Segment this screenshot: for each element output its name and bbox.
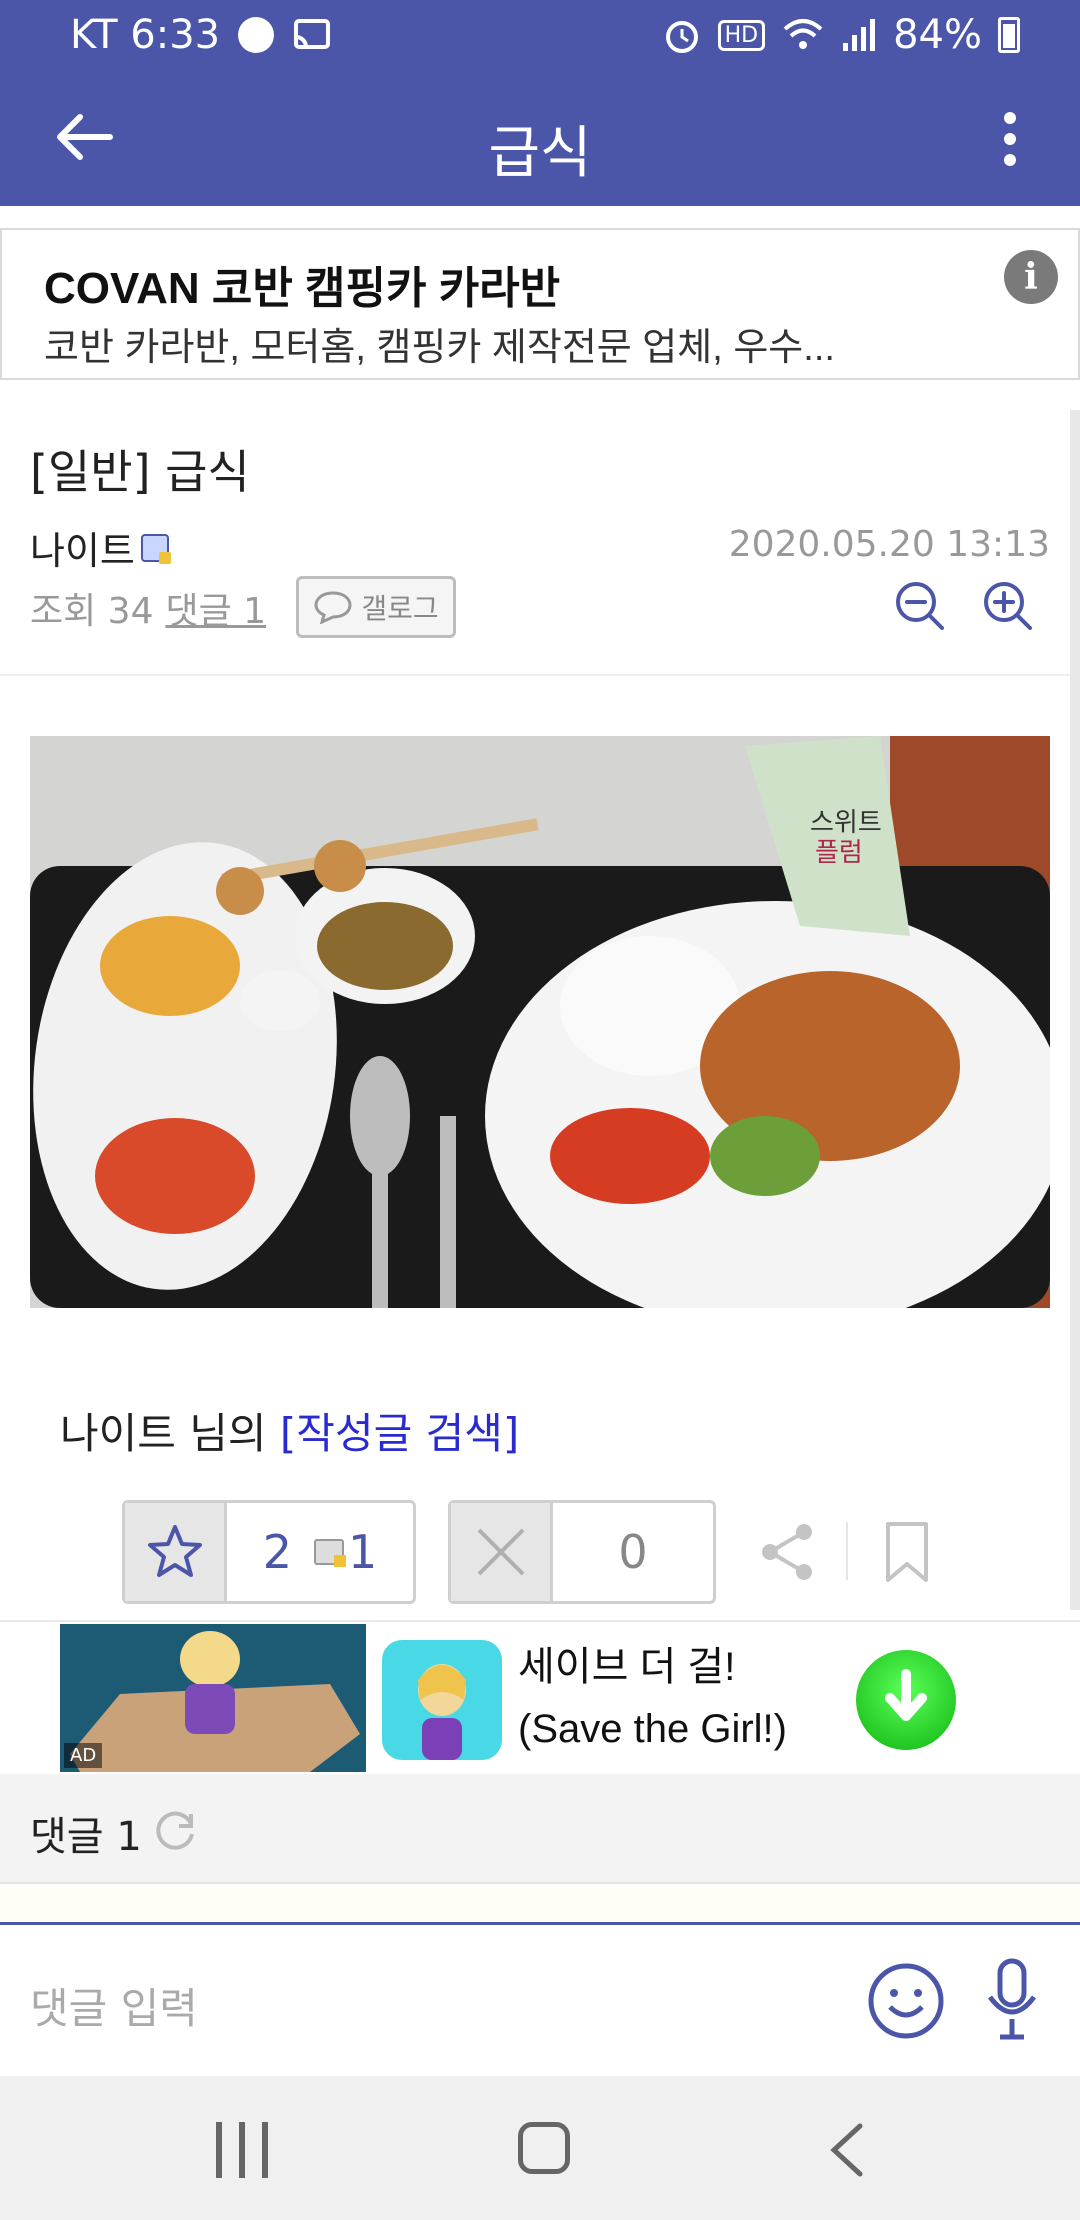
refresh-icon[interactable]: [150, 1804, 200, 1854]
carrier-time: KT 6:33: [70, 12, 221, 58]
not-recommend-count: 0: [618, 1525, 648, 1579]
recommend-counts: 2 1: [227, 1503, 413, 1601]
mic-icon[interactable]: [986, 1957, 1038, 2043]
chat-bubble-icon: [314, 591, 352, 624]
download-button[interactable]: [856, 1650, 956, 1750]
more-vert-icon[interactable]: [980, 104, 1040, 174]
zoom-out-icon[interactable]: [892, 578, 948, 634]
zoom-in-icon[interactable]: [980, 578, 1036, 634]
hd-badge: HD: [717, 19, 766, 51]
author-name[interactable]: 나이트: [30, 520, 135, 575]
scrollbar[interactable]: [1070, 410, 1080, 1610]
divider: [0, 674, 1080, 676]
messenger-icon: [238, 17, 275, 53]
svg-text:플럼: 플럼: [815, 838, 863, 868]
comments-count-label: 댓글 1: [30, 1814, 142, 1860]
fixed-recommend: 1: [314, 1525, 377, 1579]
not-recommend-button[interactable]: 0: [448, 1500, 716, 1604]
home-button[interactable]: [518, 2122, 570, 2174]
emoji-icon[interactable]: [866, 1961, 946, 2041]
alarm-icon: [665, 21, 698, 53]
gallog-button[interactable]: 갤로그: [296, 576, 456, 638]
view-count: 조회 34: [30, 591, 154, 632]
info-icon[interactable]: i: [1004, 250, 1058, 304]
recommend-icon-box: [125, 1503, 227, 1601]
recommend-count: 2: [262, 1525, 292, 1579]
ad-description: 코반 카라반, 모터홈, 캠핑카 제작전문 업체, 우수...: [44, 327, 835, 369]
comment-input[interactable]: 댓글 입력: [30, 1975, 198, 2036]
post-photo[interactable]: 스위트 플럼: [30, 736, 1050, 1308]
divider: [846, 1522, 848, 1580]
comments-link[interactable]: 댓글 1: [166, 582, 267, 634]
status-bar: KT 6:33 HD 84%: [0, 0, 1080, 72]
recommend-button[interactable]: 2 1: [122, 1500, 416, 1604]
back-nav-icon[interactable]: [822, 2120, 872, 2180]
author[interactable]: 나이트: [30, 520, 171, 575]
recents-button[interactable]: [216, 2122, 268, 2178]
comment-input-bar: 댓글 입력: [0, 1922, 1080, 2076]
toolbar: 급식: [0, 72, 1080, 206]
app-bar: KT 6:33 HD 84% 급식: [0, 0, 1080, 206]
comments-header: 댓글 1: [0, 1774, 1080, 1884]
author-search: 나이트 님의 [작성글 검색]: [60, 1400, 519, 1461]
member-level-icon: [140, 533, 171, 564]
battery-icon: [998, 17, 1020, 53]
battery-percent: 84%: [893, 12, 982, 58]
x-icon: [477, 1528, 524, 1576]
app-ad-banner[interactable]: AD 세이브 더 걸! (Save the Girl!): [0, 1620, 1080, 1772]
ad-title: COVAN 코반 캠핑카 카라반: [44, 264, 561, 313]
share-icon[interactable]: [756, 1520, 820, 1584]
ad-tag: AD: [64, 1743, 103, 1768]
page-title: 급식: [488, 121, 592, 186]
bookmark-icon[interactable]: [882, 1520, 932, 1584]
ad-image[interactable]: AD: [60, 1624, 366, 1772]
cast-icon: [294, 19, 331, 49]
svg-text:스위트: 스위트: [810, 808, 882, 838]
fixed-recommend-count: 1: [348, 1525, 378, 1579]
fixed-member-icon: [314, 1539, 346, 1567]
comments-area: [0, 1886, 1080, 1922]
lunch-tray-photo: 스위트 플럼: [30, 736, 1050, 1308]
post-title: [일반] 급식: [30, 445, 250, 499]
signal-icon: [843, 19, 876, 51]
wifi-icon: [783, 19, 823, 49]
download-icon: [885, 1669, 927, 1721]
post-date: 2020.05.20 13:13: [728, 524, 1050, 565]
post-meta: 조회 34 댓글 1: [30, 582, 266, 634]
sponsored-ad[interactable]: COVAN 코반 캠핑카 카라반 코반 카라반, 모터홈, 캠핑카 제작전문 업…: [0, 228, 1080, 380]
author-search-prefix: 나이트 님의: [60, 1409, 267, 1458]
ad-text[interactable]: 세이브 더 걸! (Save the Girl!): [518, 1636, 838, 1760]
star-icon: [147, 1525, 202, 1577]
not-recommend-icon-box: [451, 1503, 553, 1601]
system-nav-bar: [0, 2076, 1080, 2220]
gallog-label: 갤로그: [361, 592, 439, 625]
ad-app-icon[interactable]: [382, 1640, 502, 1760]
author-posts-search-link[interactable]: [작성글 검색]: [280, 1409, 519, 1458]
